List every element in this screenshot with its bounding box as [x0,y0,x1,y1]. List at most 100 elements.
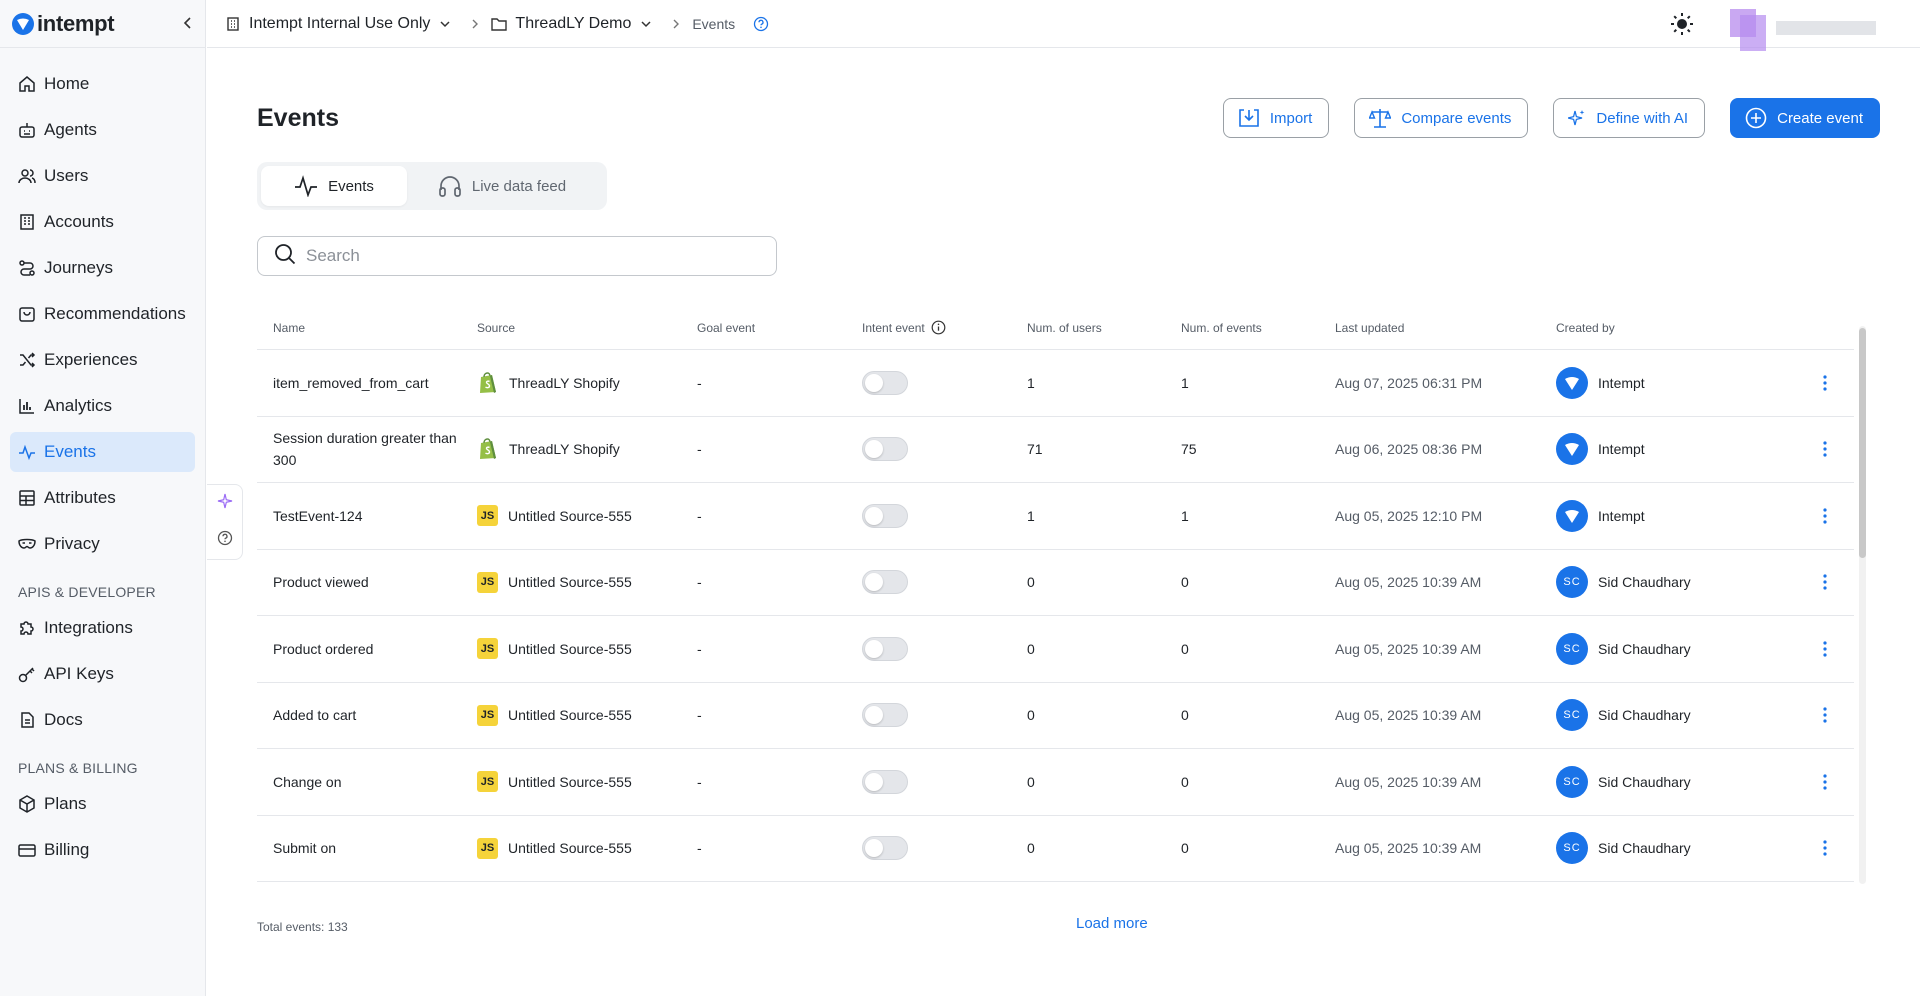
scrollbar-thumb[interactable] [1859,328,1866,558]
event-name[interactable]: Change on [257,771,477,793]
create-event-button[interactable]: Create event [1730,98,1880,138]
more-vertical-icon[interactable] [1823,774,1827,790]
header-num-users[interactable]: Num. of users [1027,321,1181,335]
event-name[interactable]: Added to cart [257,704,477,726]
help-circle-icon[interactable] [753,16,769,32]
table-row[interactable]: Product ordered JS Untitled Source-555 - 0 0 A… [257,616,1854,683]
search-input[interactable] [306,246,746,266]
breadcrumb-separator-icon [472,16,479,32]
tab-live-label: Live data feed [471,177,567,195]
goal-event-value: - [697,441,702,458]
sidebar-item-recommendations[interactable]: Recommendations [10,294,195,334]
header-last-updated[interactable]: Last updated [1335,321,1556,335]
tab-events[interactable]: Events [261,166,407,206]
table-scrollbar[interactable] [1857,316,1867,894]
source-name: Untitled Source-555 [508,840,632,857]
event-name[interactable]: Product ordered [257,638,477,660]
event-name[interactable]: item_removed_from_cart [257,372,477,394]
table-row[interactable]: Product viewed JS Untitled Source-555 - 0 0 Au… [257,550,1854,616]
intent-event-toggle[interactable] [862,769,908,794]
table-row[interactable]: Session duration greater than 300 ThreadL… [257,417,1854,483]
search-icon [274,243,296,270]
event-name[interactable]: TestEvent-124 [257,505,477,527]
sidebar-item-billing[interactable]: Billing [10,830,195,870]
num-events-value: 75 [1181,441,1197,458]
table-row[interactable]: TestEvent-124 JS Untitled Source-555 - 1 1 Aug… [257,483,1854,550]
intent-event-toggle[interactable] [862,836,908,861]
card-icon [18,841,36,859]
collapse-sidebar-icon[interactable] [183,16,193,32]
sidebar-item-plans[interactable]: Plans [10,784,195,824]
building-icon [225,16,241,32]
more-vertical-icon[interactable] [1823,375,1827,391]
sidebar-item-privacy[interactable]: Privacy [10,524,195,564]
table-row[interactable]: Change on JS Untitled Source-555 - 0 0 Aug 05,… [257,749,1854,816]
created-by-cell: Intempt [1556,366,1796,399]
javascript-icon: JS [477,505,498,527]
help-circle-icon[interactable] [217,530,233,551]
sidebar-item-label: Plans [44,794,87,813]
intent-event-toggle[interactable] [862,437,908,462]
chevron-down-icon[interactable] [641,17,651,31]
table-row[interactable]: Submit on JS Untitled Source-555 - 0 0 Aug 05,… [257,816,1854,882]
sidebar-item-attributes[interactable]: Attributes [10,478,195,518]
more-vertical-icon[interactable] [1823,707,1827,723]
event-name[interactable]: Submit on [257,837,477,859]
header-created-by[interactable]: Created by [1556,321,1796,335]
intent-event-toggle[interactable] [862,703,908,728]
sidebar-item-experiences[interactable]: Experiences [10,340,195,380]
users-icon [18,167,36,185]
ai-sparkle-icon[interactable] [217,493,233,514]
define-with-ai-button[interactable]: Define with AI [1553,98,1706,138]
intent-event-toggle[interactable] [862,503,908,528]
sidebar-item-analytics[interactable]: Analytics [10,386,195,426]
info-icon[interactable] [931,320,946,335]
shopify-icon [477,438,499,460]
intent-event-toggle[interactable] [862,636,908,661]
sidebar-item-journeys[interactable]: Journeys [10,248,195,288]
header-source[interactable]: Source [477,321,697,335]
compare-events-button[interactable]: Compare events [1354,98,1529,138]
breadcrumb-separator-icon [673,16,680,32]
theme-toggle-sun-icon[interactable] [1670,12,1694,36]
header-goal-event[interactable]: Goal event [697,321,862,335]
more-vertical-icon[interactable] [1823,574,1827,590]
sidebar-item-users[interactable]: Users [10,156,195,196]
sidebar-item-integrations[interactable]: Integrations [10,608,195,648]
goal-event-value: - [697,640,702,657]
header-name[interactable]: Name [257,317,477,339]
sidebar-item-events[interactable]: Events [10,432,195,472]
event-name[interactable]: Product viewed [257,571,477,593]
user-avatar[interactable] [1730,9,1880,51]
source-name: Untitled Source-555 [508,707,632,724]
chevron-down-icon[interactable] [440,17,450,31]
breadcrumb-org[interactable]: Intempt Internal Use Only [225,15,460,33]
more-vertical-icon[interactable] [1823,840,1827,856]
sidebar-item-agents[interactable]: Agents [10,110,195,150]
event-source: JS Untitled Source-555 [477,638,697,660]
source-name: ThreadLY Shopify [509,441,620,458]
sidebar-item-label: Recommendations [44,304,186,323]
breadcrumb-project[interactable]: ThreadLY Demo [491,15,661,33]
more-vertical-icon[interactable] [1823,441,1827,457]
header-num-events[interactable]: Num. of events [1181,321,1335,335]
header-intent-event[interactable]: Intent event [862,320,1027,335]
intent-event-toggle[interactable] [862,370,908,395]
sidebar-item-docs[interactable]: Docs [10,700,195,740]
table-row[interactable]: Added to cart JS Untitled Source-555 - 0 0 Aug… [257,683,1854,749]
event-source: JS Untitled Source-555 [477,571,697,593]
more-vertical-icon[interactable] [1823,508,1827,524]
more-vertical-icon[interactable] [1823,641,1827,657]
sidebar-item-accounts[interactable]: Accounts [10,202,195,242]
table-row[interactable]: item_removed_from_cart ThreadLY Shopify - 1… [257,350,1854,417]
table-header: Name Source Goal event Intent event Num.… [257,306,1854,350]
tab-live-data-feed[interactable]: Live data feed [407,166,597,206]
load-more-button[interactable]: Load more [1076,915,1148,932]
building-icon [18,213,36,231]
import-button[interactable]: Import [1222,98,1330,138]
sidebar-item-home[interactable]: Home [10,64,195,104]
sidebar-item-api-keys[interactable]: API Keys [10,654,195,694]
intent-event-toggle[interactable] [862,570,908,595]
event-name[interactable]: Session duration greater than 300 [257,427,477,471]
last-updated-value: Aug 05, 2025 10:39 AM [1335,773,1482,790]
